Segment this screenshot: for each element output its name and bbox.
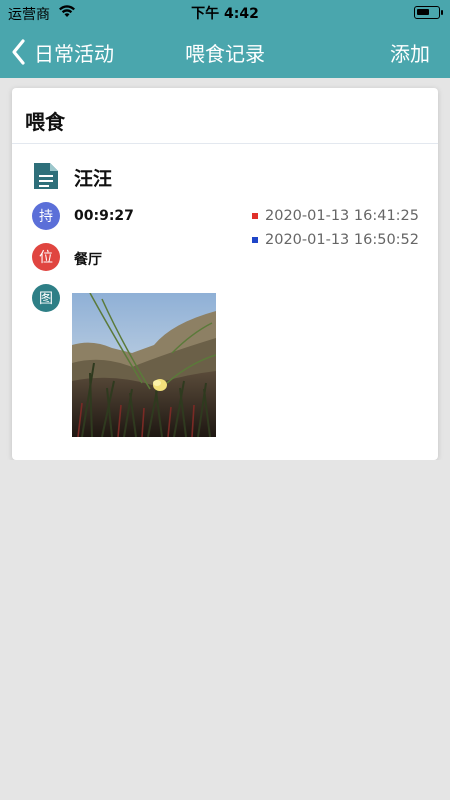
section-title: 喂食 — [12, 88, 438, 144]
feeding-photo[interactable] — [72, 293, 216, 437]
empty-area — [0, 460, 450, 800]
end-marker — [252, 237, 258, 243]
add-button[interactable]: 添加 — [390, 38, 430, 67]
page-title: 喂食记录 — [185, 42, 265, 66]
start-time-text: 2020-01-13 16:41:25 — [265, 208, 419, 224]
start-time: 2020-01-13 16:41:25 — [252, 208, 419, 224]
location-value: 餐厅 — [74, 252, 102, 268]
photo-badge: 图 — [32, 284, 60, 312]
status-bar: 运营商 下午 4:42 — [0, 0, 450, 26]
document-icon — [34, 163, 58, 189]
start-marker — [252, 213, 258, 219]
photo-image — [72, 293, 216, 437]
end-time: 2020-01-13 16:50:52 — [252, 232, 419, 248]
pet-name: 汪汪 — [74, 168, 113, 190]
feeding-record-card: 喂食 汪汪 持 00:9:27 2020-01-13 16:41:25 2020… — [12, 88, 438, 460]
end-time-text: 2020-01-13 16:50:52 — [265, 232, 419, 248]
duration-badge: 持 — [32, 202, 60, 230]
location-badge: 位 — [32, 243, 60, 271]
navigation-bar: 日常活动 喂食记录 添加 — [0, 26, 450, 78]
battery-icon — [414, 6, 443, 19]
duration-value: 00:9:27 — [74, 208, 134, 224]
clock: 下午 4:42 — [191, 6, 259, 22]
